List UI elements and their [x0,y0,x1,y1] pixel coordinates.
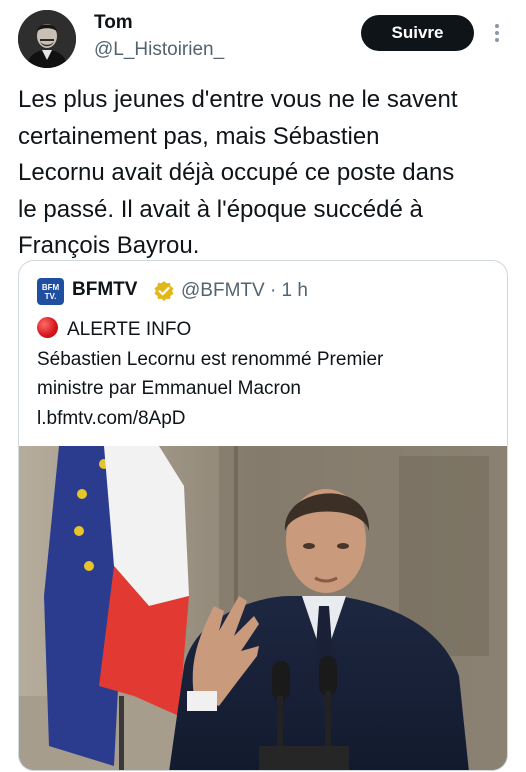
author-handle[interactable]: @L_Histoirien_ [94,39,224,61]
tweet-line: certainement pas, mais Sébastien [18,122,380,150]
bfmtv-logo-text: BFM [41,282,60,292]
quoted-tweet-photo[interactable] [19,446,507,770]
verified-badge-icon [154,281,174,301]
avatar[interactable] [18,10,76,68]
bfmtv-logo-text: TV. [44,291,57,301]
more-options-icon[interactable] [492,22,502,44]
red-circle-icon [37,317,58,338]
quoted-tweet-text: ALERTE INFO Sébastien Lecornu est renomm… [37,315,497,433]
quoted-line: Sébastien Lecornu est renommé Premier [37,348,384,370]
tweet-text: Les plus jeunes d'entre vous ne le saven… [18,82,518,265]
quoted-handle-time[interactable]: @BFMTV · 1 h [181,280,308,302]
quoted-line: ministre par Emmanuel Macron [37,378,301,399]
alert-line: ALERTE INFO [37,315,497,345]
follow-button[interactable]: Suivre [361,15,474,51]
photo-illustration [19,446,507,770]
tweet-line: Lecornu avait déjà occupé ce poste dans [18,159,455,186]
tweet-line: Les plus jeunes d'entre vous ne le saven… [18,86,458,113]
avatar-portrait-icon [18,10,76,68]
quoted-link[interactable]: l.bfmtv.com/8ApD [37,404,497,434]
tweet-line: le passé. Il avait à l'époque succédé à [18,195,423,223]
quoted-tweet-card[interactable]: BFM TV. BFMTV @BFMTV · 1 h ALERTE INFO S… [18,260,508,771]
author-name[interactable]: Tom [94,12,133,34]
alert-label: ALERTE INFO [67,319,192,340]
bfmtv-logo: BFM TV. [37,278,64,305]
quoted-author-name[interactable]: BFMTV [72,279,137,301]
